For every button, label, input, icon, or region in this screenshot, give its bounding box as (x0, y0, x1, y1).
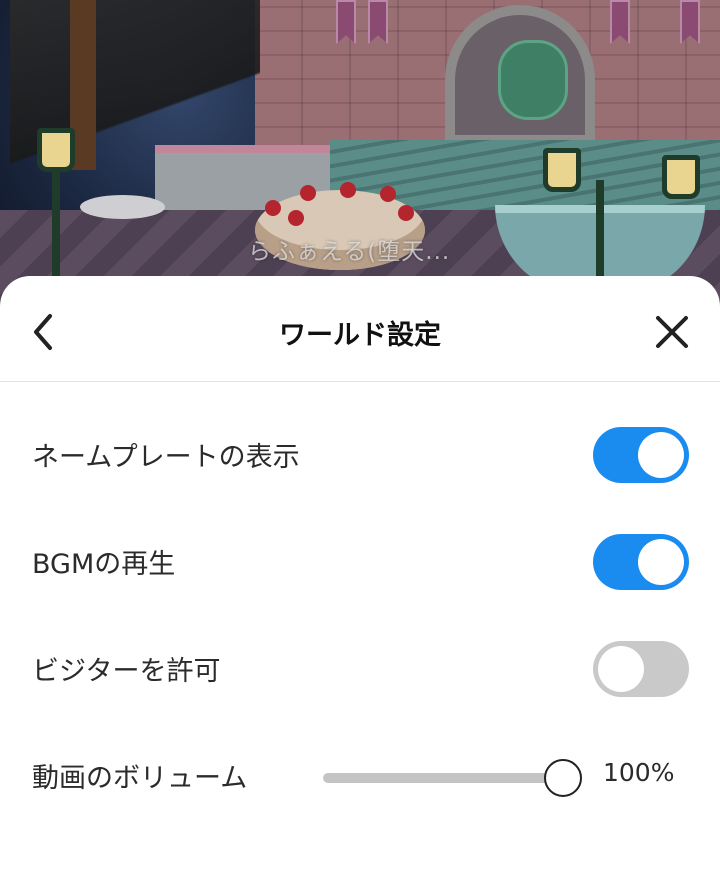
volume-value: 100% (603, 758, 675, 787)
setting-label: ビジターを許可 (32, 656, 221, 687)
close-button[interactable] (648, 306, 698, 356)
close-icon (656, 316, 688, 348)
setting-label: 動画のボリューム (32, 763, 248, 794)
toggle-knob (638, 539, 684, 585)
strawberry (300, 185, 316, 201)
lamp-post (596, 180, 604, 290)
lamp-light (662, 155, 700, 199)
setting-row-nameplate: ネームプレートの表示 (0, 417, 720, 487)
world-view: らふぁえる(堕天... (0, 0, 720, 300)
lamp-light (37, 128, 75, 172)
setting-label: ネームプレートの表示 (32, 442, 300, 473)
panel-header: ワールド設定 (0, 276, 720, 382)
volume-slider-handle[interactable] (544, 759, 582, 797)
strawberry (340, 182, 356, 198)
setting-row-video-volume: 動画のボリューム 100% (0, 738, 720, 808)
strawberry (380, 186, 396, 202)
strawberry (288, 210, 304, 226)
bgm-toggle[interactable] (593, 534, 689, 590)
setting-row-bgm: BGMの再生 (0, 524, 720, 594)
lamp-light (543, 148, 581, 192)
panel-title: ワールド設定 (279, 320, 441, 351)
tea-table (80, 195, 165, 219)
strawberry (398, 205, 414, 221)
nameplate-toggle[interactable] (593, 427, 689, 483)
toggle-knob (638, 432, 684, 478)
world-settings-panel: ワールド設定 ネームプレートの表示 BGMの再生 ビジターを許可 動画のボリュー… (0, 276, 720, 886)
visitors-toggle[interactable] (593, 641, 689, 697)
strawberry (265, 200, 281, 216)
setting-row-visitors: ビジターを許可 (0, 631, 720, 701)
volume-slider[interactable] (323, 759, 582, 797)
toggle-knob (598, 646, 644, 692)
setting-label: BGMの再生 (32, 549, 176, 580)
player-nameplate: らふぁえる(堕天... (248, 239, 451, 265)
gondola (498, 40, 568, 120)
